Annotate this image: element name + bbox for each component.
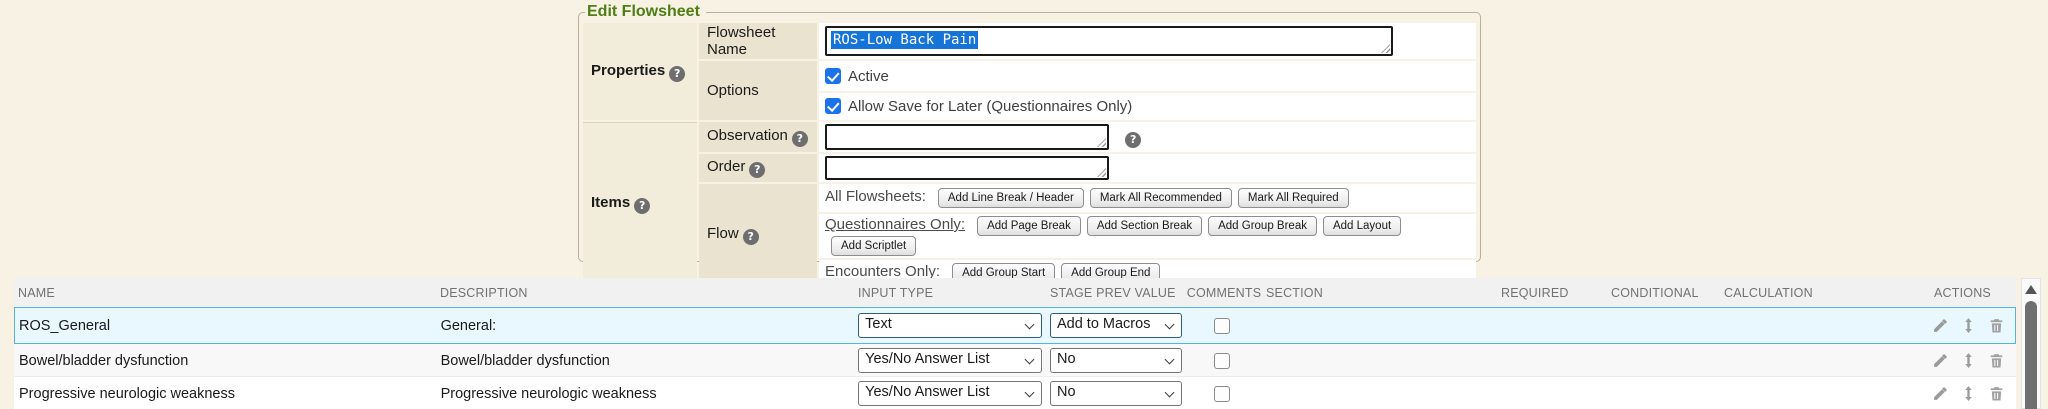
move-vertical-icon[interactable] (1960, 385, 1977, 402)
column-header-calculation: CALCULATION (1720, 286, 1930, 300)
observation-label-cell: Observation? (699, 122, 817, 152)
move-vertical-icon[interactable] (1960, 317, 1977, 334)
edit-flowsheet-panel: Edit Flowsheet Properties? Flowsheet Nam… (578, 3, 1481, 262)
column-header-name: NAME (14, 286, 436, 300)
mark-all-recommended-button[interactable]: Mark All Recommended (1090, 188, 1232, 208)
scroll-up-arrow-icon[interactable] (2025, 285, 2037, 294)
flowsheet-name-label: Flowsheet Name (699, 23, 817, 59)
active-checkbox[interactable] (825, 68, 841, 84)
resize-grip-icon[interactable] (1381, 44, 1390, 53)
input-type-select[interactable]: Yes/No Answer List (858, 381, 1042, 406)
delete-trash-icon[interactable] (1988, 385, 2005, 402)
edit-pencil-icon[interactable] (1932, 317, 1949, 334)
flow-label: Flow (707, 225, 739, 242)
add-page-break-button[interactable]: Add Page Break (977, 216, 1081, 236)
add-line-break-header-button[interactable]: Add Line Break / Header (938, 188, 1084, 208)
move-vertical-icon[interactable] (1960, 352, 1977, 369)
table-row[interactable]: Bowel/bladder dysfunction Bowel/bladder … (14, 344, 2016, 377)
table-row[interactable]: Progressive neurologic weakness Progress… (14, 377, 2016, 409)
items-table-header: NAME DESCRIPTION INPUT TYPE STAGE PREV V… (14, 278, 2016, 307)
column-header-input-type: INPUT TYPE (854, 286, 1046, 300)
delete-trash-icon[interactable] (1988, 352, 2005, 369)
add-section-break-button[interactable]: Add Section Break (1087, 216, 1202, 236)
encounters-only-label: Encounters Only: (825, 263, 940, 280)
stage-prev-value-select[interactable]: No (1050, 348, 1182, 373)
chevron-down-icon (1165, 320, 1175, 330)
input-type-select[interactable]: Yes/No Answer List (858, 348, 1042, 373)
column-header-comments: COMMENTS (1182, 286, 1262, 300)
resize-grip-icon[interactable] (1097, 168, 1106, 177)
item-description: Progressive neurologic weakness (437, 386, 855, 402)
add-layout-button[interactable]: Add Layout (1323, 216, 1401, 236)
resize-grip-icon[interactable] (1097, 138, 1106, 147)
table-row[interactable]: ROS_General General: Text Add to Macros (14, 307, 2016, 344)
item-name: ROS_General (15, 318, 437, 334)
item-description: General: (437, 318, 855, 334)
observation-label: Observation (707, 127, 788, 144)
questionnaires-only-label: Questionnaires Only: (825, 216, 965, 233)
order-label: Order (707, 158, 745, 175)
comments-checkbox[interactable] (1214, 386, 1230, 402)
observation-field-help-icon[interactable]: ? (1125, 132, 1141, 148)
column-header-actions: ACTIONS (1930, 286, 2016, 300)
order-help-icon[interactable]: ? (749, 162, 765, 178)
properties-help-icon[interactable]: ? (669, 66, 685, 82)
active-checkbox-label: Active (848, 68, 889, 85)
column-header-required: REQUIRED (1497, 286, 1607, 300)
mark-all-required-button[interactable]: Mark All Required (1238, 188, 1349, 208)
observation-help-icon[interactable]: ? (792, 131, 808, 147)
properties-group-label: Properties (591, 62, 665, 79)
observation-input[interactable] (825, 124, 1109, 150)
chevron-down-icon (1025, 388, 1035, 398)
all-flowsheets-label: All Flowsheets: (825, 188, 926, 205)
chevron-down-icon (1025, 320, 1035, 330)
item-description: Bowel/bladder dysfunction (437, 353, 855, 369)
vertical-scrollbar[interactable] (2021, 278, 2041, 409)
comments-checkbox[interactable] (1214, 318, 1230, 334)
items-table: NAME DESCRIPTION INPUT TYPE STAGE PREV V… (14, 278, 2016, 409)
allow-save-checkbox-label: Allow Save for Later (Questionnaires Onl… (848, 98, 1132, 115)
flowsheet-form: Properties? Flowsheet Name ROS-Low Back … (581, 21, 1478, 287)
items-help-icon[interactable]: ? (634, 198, 650, 214)
flowsheet-name-input[interactable]: ROS-Low Back Pain (825, 26, 1393, 56)
chevron-down-icon (1025, 355, 1035, 365)
scrollbar-thumb[interactable] (2025, 301, 2037, 409)
column-header-description: DESCRIPTION (436, 286, 854, 300)
edit-pencil-icon[interactable] (1932, 385, 1949, 402)
properties-group-label-cell: Properties? (583, 23, 697, 120)
items-group-label: Items (591, 194, 630, 211)
items-group-label-cell: Items? (583, 122, 697, 285)
stage-prev-value-select[interactable]: No (1050, 381, 1182, 406)
chevron-down-icon (1165, 355, 1175, 365)
options-label: Options (699, 61, 817, 120)
comments-checkbox[interactable] (1214, 353, 1230, 369)
chevron-down-icon (1165, 388, 1175, 398)
flow-label-cell: Flow? (699, 184, 817, 285)
column-header-conditional: CONDITIONAL (1607, 286, 1720, 300)
item-name: Progressive neurologic weakness (15, 386, 437, 402)
order-input[interactable] (825, 156, 1109, 180)
panel-title: Edit Flowsheet (585, 3, 706, 21)
stage-prev-value-select[interactable]: Add to Macros (1050, 313, 1182, 338)
flowsheet-name-value: ROS-Low Back Pain (831, 31, 978, 49)
allow-save-checkbox[interactable] (825, 98, 841, 114)
add-scriptlet-button[interactable]: Add Scriptlet (831, 236, 916, 256)
delete-trash-icon[interactable] (1988, 317, 2005, 334)
edit-pencil-icon[interactable] (1932, 352, 1949, 369)
column-header-stage-prev-value: STAGE PREV VALUE (1046, 286, 1182, 300)
flow-help-icon[interactable]: ? (743, 229, 759, 245)
item-name: Bowel/bladder dysfunction (15, 353, 437, 369)
add-group-break-button[interactable]: Add Group Break (1208, 216, 1317, 236)
order-label-cell: Order? (699, 154, 817, 182)
input-type-select[interactable]: Text (858, 313, 1042, 338)
column-header-section: SECTION (1262, 286, 1497, 300)
